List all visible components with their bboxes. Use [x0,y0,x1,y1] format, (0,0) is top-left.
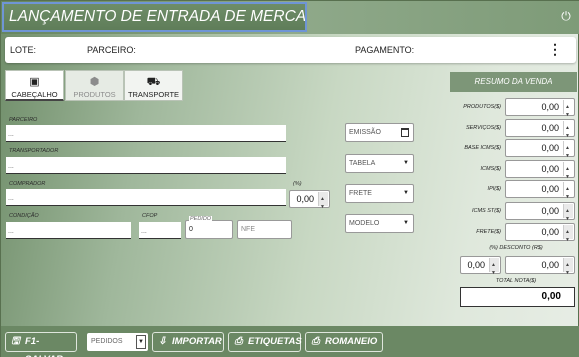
summary-label-produtos: PRODUTOS($) [463,104,501,110]
nfe-field[interactable]: NFE [237,220,292,239]
summary-title: RESUMO DA VENDA [450,72,577,92]
summary-label-ipi: IPI($) [487,186,501,192]
parceiro-field-label: PARCEIRO [9,117,38,123]
modelo-value: MODELO [349,220,380,227]
save-icon: 🖫 [11,336,20,347]
tabela-select[interactable]: TABELA ▼ [345,154,414,173]
pedido-field-label: PEDIDO [189,216,213,222]
condicao-field[interactable]: ... [6,222,131,239]
pedidos-value: PEDIDOS [91,338,123,345]
frete-value: FRETE [349,190,372,197]
tab-label: TRANSPORTE [127,90,180,99]
frete-stepper[interactable]: 0,00 [505,223,575,248]
modelo-select[interactable]: MODELO ▼ [345,214,414,233]
transportador-field[interactable]: ... [6,157,286,174]
chevron-down-icon: ▼ [403,160,409,166]
lote-label: LOTE: [10,45,37,55]
frete-select[interactable]: FRETE ▼ [345,184,414,203]
parceiro-label: PARCEIRO: [87,45,136,55]
etiquetas-button[interactable]: ⎙ ETIQUETAS [228,332,302,352]
desconto-percent-stepper[interactable]: 0,00 [460,256,501,281]
desconto-label: (%) DESCONTO (R$) [489,245,543,251]
romaneio-label: ROMANEIO [325,336,378,347]
parceiro-field[interactable]: ... [6,125,286,142]
icms-stepper[interactable]: 0,00 [505,160,575,185]
cfop-field[interactable]: ... [139,222,181,239]
pedido-field[interactable]: 0 [185,220,233,239]
comprador-field-label: COMPRADOR [9,181,46,187]
power-icon[interactable]: ⏻ [559,9,573,23]
romaneio-button[interactable]: ⎙ ROMANEIO [305,332,383,352]
info-bar: LOTE: PARCEIRO: PAGAMENTO: ⋮ [5,37,576,63]
percent-label: (%) [293,181,302,187]
importar-button[interactable]: ⇩ IMPORTAR [152,332,224,352]
servicos-stepper[interactable]: 0,00 [505,119,575,144]
icms-st-stepper[interactable]: 0,00 [505,202,575,227]
printer-icon: ⎙ [234,336,243,347]
summary-label-base-icms: BASE ICMS($) [464,145,501,151]
printer-icon: ⎙ [311,336,320,347]
tab-produtos[interactable]: ⬢ PRODUTOS [65,70,124,101]
main-window: LANÇAMENTO DE ENTRADA DE MERCADORIAS ⏻ L… [0,0,579,357]
more-options-icon[interactable]: ⋮ [548,42,562,56]
import-icon: ⇩ [158,336,167,347]
box-icon: ⬢ [89,76,100,88]
tab-cabecalho[interactable]: ▣ CABEÇALHO [5,70,64,101]
etiquetas-label: ETIQUETAS [248,336,302,347]
tab-transporte[interactable]: ⛟ TRANSPORTE [124,70,183,101]
transportador-field-label: TRANSPORTADOR [9,148,59,154]
base-icms-stepper[interactable]: 0,00 [505,139,575,164]
chevron-down-icon: ▼ [136,335,146,349]
tab-label: PRODUTOS [73,90,116,99]
summary-label-icms-st: ICMS ST($) [471,208,501,214]
summary-label-icms: ICMS($) [480,166,501,172]
comprador-field[interactable]: ... [6,189,286,206]
calendar-icon[interactable] [401,128,409,137]
produtos-stepper[interactable]: 0,00 [505,98,575,123]
total-label: TOTAL NOTA($) [495,278,537,284]
chevron-down-icon: ▼ [403,190,409,196]
summary-label-servicos: SERVIÇOS($) [465,125,501,131]
cfop-field-label: CFOP [142,213,158,219]
emissao-date-field[interactable]: EMISSÃO [345,123,414,142]
total-value: 0,00 [460,287,575,307]
id-card-icon: ▣ [29,76,40,88]
window-title: LANÇAMENTO DE ENTRADA DE MERCADORIAS [2,2,307,32]
pagamento-label: PAGAMENTO: [355,45,415,55]
desconto-value-stepper[interactable]: 0,00 [505,256,575,281]
summary-label-frete: FRETE($) [476,229,501,235]
ipi-stepper[interactable]: 0,00 [505,180,575,205]
chevron-down-icon: ▼ [403,220,409,226]
truck-icon: ⛟ [146,76,161,88]
salvar-button[interactable]: 🖫 F1-SALVAR [5,332,77,357]
importar-label: IMPORTAR [172,336,222,347]
percent-stepper[interactable]: 0,00 [289,190,330,215]
tab-label: CABEÇALHO [11,90,58,99]
pedidos-select[interactable]: PEDIDOS ▼ [87,333,148,351]
emissao-placeholder: EMISSÃO [349,129,381,136]
tabela-value: TABELA [349,160,376,167]
condicao-field-label: CONDIÇÃO [9,213,39,219]
salvar-label: F1-SALVAR [25,336,63,357]
